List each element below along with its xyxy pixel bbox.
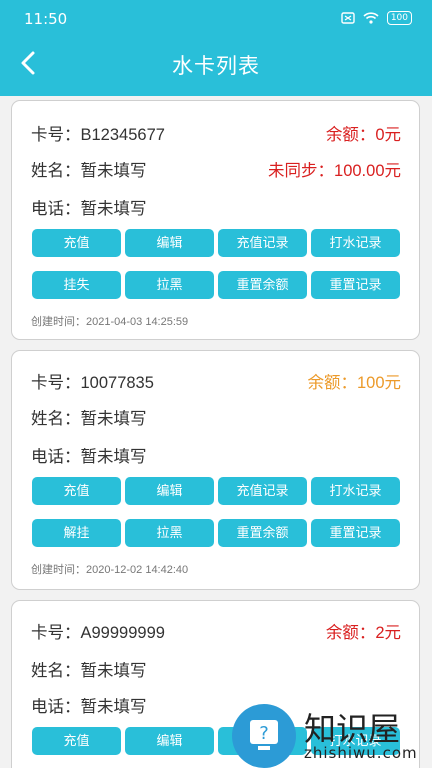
name-row: 姓名：暂未填写 xyxy=(31,657,401,681)
watermark-sub: zhishiwu.com xyxy=(304,744,418,762)
watermark-logo-icon: ? xyxy=(232,704,296,768)
reset-balance-button[interactable]: 重置余额 xyxy=(218,519,307,547)
recharge-button[interactable]: 充值 xyxy=(32,477,121,505)
name-row: 姓名：暂未填写 xyxy=(31,405,401,429)
status-time: 11:50 xyxy=(24,10,68,28)
unfreeze-button[interactable]: 解挂 xyxy=(32,519,121,547)
action-row-1: 充值 编辑 充值记录 打水记录 xyxy=(32,477,400,505)
report-loss-button[interactable]: 挂失 xyxy=(32,271,121,299)
holder-name: 姓名：暂未填写 xyxy=(31,662,147,680)
phone-row: 电话：暂未填写 xyxy=(31,195,401,219)
reset-records-button[interactable]: 重置记录 xyxy=(311,271,400,299)
water-records-button[interactable]: 打水记录 xyxy=(311,477,400,505)
name-row: 姓名：暂未填写 未同步：100.00元 xyxy=(31,157,401,181)
card-number: 卡号：B12345677 xyxy=(31,126,165,144)
phone-row: 电话：暂未填写 xyxy=(31,443,401,467)
reset-records-button[interactable]: 重置记录 xyxy=(311,519,400,547)
card-number-row: 卡号：10077835 余额：100元 xyxy=(31,369,401,393)
sim-icon xyxy=(341,12,355,24)
created-time: 创建时间：2020-12-02 14:42:40 xyxy=(31,564,189,576)
battery-icon: 100 xyxy=(386,11,412,25)
recharge-records-button[interactable]: 充值记录 xyxy=(218,229,307,257)
blacklist-button[interactable]: 拉黑 xyxy=(125,519,214,547)
card-list[interactable]: 卡号：B12345677 余额：0元 姓名：暂未填写 未同步：100.00元 电… xyxy=(0,96,432,768)
reset-balance-button[interactable]: 重置余额 xyxy=(218,271,307,299)
status-icons: 100 xyxy=(341,11,412,25)
water-card: 卡号：10077835 余额：100元 姓名：暂未填写 电话：暂未填写 充值 编… xyxy=(11,350,420,590)
top-bar: 11:50 100 水卡列表 xyxy=(0,0,432,96)
phone: 电话：暂未填写 xyxy=(31,698,147,716)
watermark: ? 知识屋 zhishiwu.com xyxy=(232,700,432,768)
edit-button[interactable]: 编辑 xyxy=(125,229,214,257)
page-title: 水卡列表 xyxy=(172,54,260,78)
balance: 余额：2元 xyxy=(325,624,401,642)
balance: 余额：0元 xyxy=(325,126,401,144)
action-row-2: 挂失 拉黑 重置余额 重置记录 xyxy=(32,271,400,299)
holder-name: 姓名：暂未填写 xyxy=(31,410,147,428)
nav-bar: 水卡列表 xyxy=(0,38,432,90)
edit-button[interactable]: 编辑 xyxy=(125,727,214,755)
balance: 余额：100元 xyxy=(307,374,401,392)
edit-button[interactable]: 编辑 xyxy=(125,477,214,505)
action-row-1: 充值 编辑 充值记录 打水记录 xyxy=(32,229,400,257)
phone: 电话：暂未填写 xyxy=(31,448,147,466)
water-records-button[interactable]: 打水记录 xyxy=(311,229,400,257)
holder-name: 姓名：暂未填写 xyxy=(31,162,147,180)
water-card: 卡号：B12345677 余额：0元 姓名：暂未填写 未同步：100.00元 电… xyxy=(11,100,420,340)
recharge-records-button[interactable]: 充值记录 xyxy=(218,477,307,505)
phone: 电话：暂未填写 xyxy=(31,200,147,218)
unsynced-amount: 未同步：100.00元 xyxy=(268,162,401,180)
card-number-row: 卡号：B12345677 余额：0元 xyxy=(31,121,401,145)
blacklist-button[interactable]: 拉黑 xyxy=(125,271,214,299)
card-number-row: 卡号：A99999999 余额：2元 xyxy=(31,619,401,643)
recharge-button[interactable]: 充值 xyxy=(32,727,121,755)
action-row-2: 解挂 拉黑 重置余额 重置记录 xyxy=(32,519,400,547)
card-number: 卡号：10077835 xyxy=(31,374,154,392)
created-time: 创建时间：2021-04-03 14:25:59 xyxy=(31,316,189,328)
wifi-icon xyxy=(363,12,379,24)
svg-text:?: ? xyxy=(259,723,269,744)
status-bar: 11:50 100 xyxy=(0,0,432,38)
recharge-button[interactable]: 充值 xyxy=(32,229,121,257)
card-number: 卡号：A99999999 xyxy=(31,624,165,642)
